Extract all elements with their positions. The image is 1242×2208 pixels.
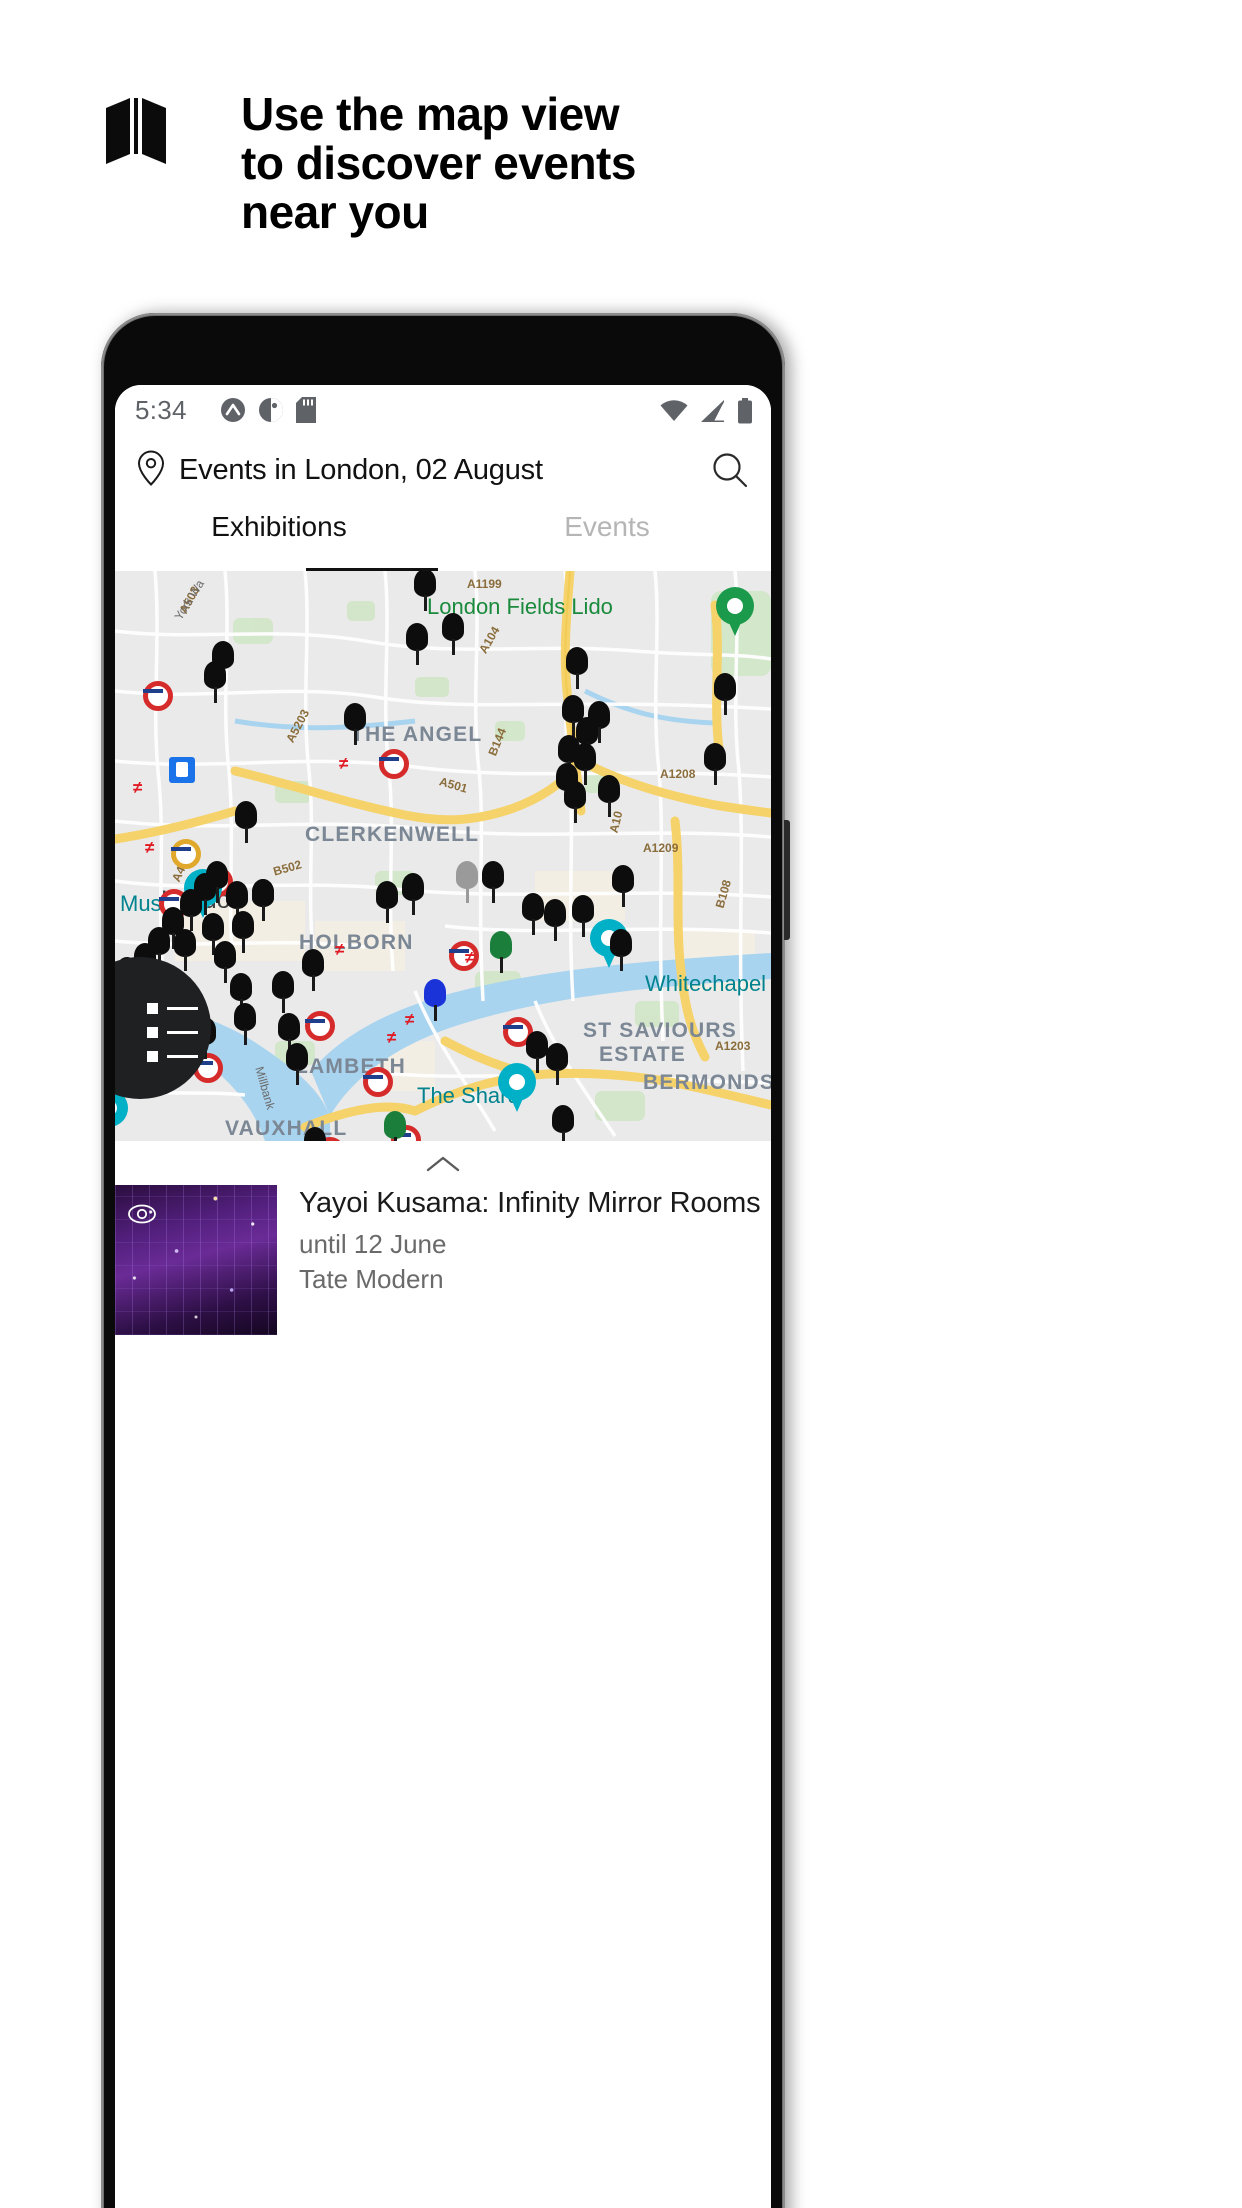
status-bar-clock: 5:34 [135,395,187,425]
overground-station-icon [171,839,201,869]
national-rail-icon: ≠ [145,838,155,857]
exhibition-thumbnail[interactable] [115,1185,277,1335]
promo-header: Use the map view to discover events near… [0,0,1242,300]
promo-headline-line-3: near you [241,186,429,238]
tab-exhibitions[interactable]: Exhibitions [115,507,443,571]
tube-station-icon [379,749,409,779]
status-bar: 5:34 [115,385,771,433]
search-icon[interactable] [711,451,749,494]
promo-screenshot: Use the map view to discover events near… [0,0,1242,2208]
app-bar: Events in London, 02 August [115,433,771,507]
exhibition-title[interactable]: Yayoi Kusama: Infinity Mirror Rooms [299,1185,761,1221]
wifi-icon [659,399,689,428]
national-rail-icon: ≠ [339,754,349,773]
status-bar-right-icons [659,398,753,429]
eye-icon [127,1199,157,1229]
tube-station-icon [143,681,173,711]
status-bar-left-icons [220,397,316,428]
app-bar-title[interactable]: Events in London, 02 August [179,454,543,487]
cellular-signal-icon [700,399,726,428]
national-rail-icon: ≠ [465,948,475,967]
exhibition-venue: Tate Modern [299,1264,444,1294]
sd-card-icon [296,397,316,428]
national-rail-icon: ≠ [133,778,143,797]
tube-station-icon [305,1011,335,1041]
national-rail-icon: ≠ [405,1010,415,1029]
tab-events[interactable]: Events [443,507,771,571]
map-view[interactable]: THE ANGEL CLERKENWELL HOLBORN LAMBETH ST… [115,571,771,1141]
phone-side-button [784,820,790,940]
vpn-icon [220,397,246,428]
chevron-up-icon[interactable] [426,1155,460,1178]
national-rail-icon: ≠ [387,1028,397,1047]
phone-screen: 5:34 Events in London, 02 August Exhibit… [115,385,771,2208]
national-rail-icon: ≠ [335,940,345,959]
tube-station-icon [363,1067,393,1097]
tab-bar: Exhibitions Events [115,507,771,571]
bottom-sheet[interactable]: Yayoi Kusama: Infinity Mirror Rooms unti… [115,1141,771,1335]
exhibition-card[interactable]: Yayoi Kusama: Infinity Mirror Rooms unti… [115,1185,771,1335]
promo-headline-line-2: to discover events [241,137,636,189]
exhibition-details: Yayoi Kusama: Infinity Mirror Rooms unti… [277,1185,768,1335]
exhibition-dates: until 12 June [299,1229,447,1259]
do-not-disturb-icon [258,397,284,428]
phone-frame: 5:34 Events in London, 02 August Exhibit… [101,313,785,2208]
map-fold-icon [104,96,188,166]
promo-headline-line-1: Use the map view [241,88,620,140]
location-pin-icon [137,449,165,491]
train-station-icon [169,757,195,783]
tube-station-icon [449,941,479,971]
battery-icon [737,398,753,429]
promo-headline: Use the map view to discover events near… [241,90,1001,237]
list-view-icon [147,1003,198,1075]
